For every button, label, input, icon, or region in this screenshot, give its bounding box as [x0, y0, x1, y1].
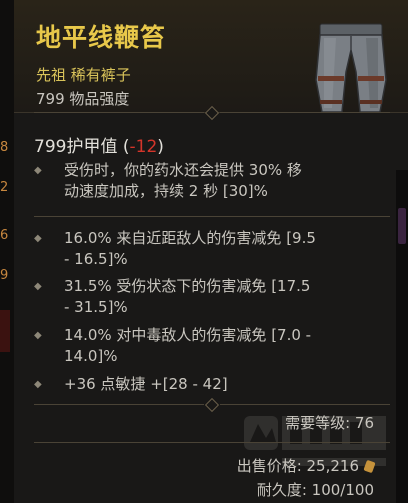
footer-divider-top — [14, 397, 408, 413]
affix-text: +36 点敏捷 +[28 - 42] — [64, 374, 374, 395]
armor-paren-close: ) — [157, 137, 164, 157]
footer-divider — [14, 436, 408, 450]
affix-line: 动速度加成，持续 2 秒 [30]% — [64, 182, 268, 200]
implicit-affix: ◆ 受伤时，你的药水还会提供 30% 移 动速度加成，持续 2 秒 [30]% — [34, 160, 374, 204]
divider-diamond — [204, 397, 220, 413]
divider-line-right — [220, 112, 390, 113]
affix-text: 31.5% 受伤状态下的伤害减免 [17.5 - 31.5]% — [64, 276, 374, 318]
affix-item: ◆ 31.5% 受伤状态下的伤害减免 [17.5 - 31.5]% — [34, 276, 374, 320]
edge-red-block — [0, 310, 10, 352]
edge-number: 2 — [0, 180, 9, 195]
divider-line-right — [220, 404, 390, 405]
armor-delta: -12 — [129, 137, 158, 157]
affix-item: ◆ +36 点敏捷 +[28 - 42] — [34, 374, 374, 396]
affix-line: +36 点敏捷 +[28 - 42] — [64, 375, 228, 393]
affix-line: 31.5% 受伤状态下的伤害减免 [17.5 — [64, 277, 311, 295]
item-tooltip: 8 2 6 9 地平线鞭笞 先祖 稀有裤子 799 物品强度 799护甲值 (-… — [0, 0, 408, 503]
affix-line: - 31.5]% — [64, 298, 128, 316]
sell-price: 出售价格: 25,216 — [236, 457, 359, 475]
affix-item: ◆ 14.0% 对中毒敌人的伤害减免 [7.0 - 14.0]% — [34, 325, 374, 369]
affix-bullet-icon: ◆ — [34, 233, 42, 244]
divider-line-left — [34, 404, 204, 405]
level-requirement: 需要等级: 76 — [285, 414, 374, 432]
pants-icon — [315, 23, 387, 113]
affix-line: 14.0]% — [64, 347, 118, 365]
affix-text: 14.0% 对中毒敌人的伤害减免 [7.0 - 14.0]% — [64, 325, 374, 367]
affix-line: 16.0% 来自近距敌人的伤害减免 [9.5 — [64, 229, 316, 247]
edge-number: 6 — [0, 228, 9, 243]
divider-line — [34, 216, 390, 217]
affix-divider — [14, 210, 408, 224]
divider-line — [34, 442, 390, 443]
edge-number: 9 — [0, 268, 9, 283]
divider-line-left — [34, 112, 204, 113]
affix-line: 受伤时，你的药水还会提供 30% 移 — [64, 161, 302, 179]
affix-bullet-icon: ◆ — [34, 330, 42, 341]
left-background-edge: 8 2 6 9 — [0, 0, 14, 503]
tooltip-header: 地平线鞭笞 先祖 稀有裤子 799 物品强度 — [14, 0, 408, 113]
affix-line: 14.0% 对中毒敌人的伤害减免 [7.0 - — [64, 326, 312, 344]
gold-coin-icon — [363, 459, 376, 474]
item-type: 先祖 稀有裤子 — [36, 66, 131, 84]
durability: 耐久度: 100/100 — [256, 481, 374, 499]
affix-line: - 16.5]% — [64, 250, 128, 268]
affix-text: 受伤时，你的药水还会提供 30% 移 动速度加成，持续 2 秒 [30]% — [64, 160, 374, 202]
edge-number: 8 — [0, 140, 9, 155]
affix-bullet-icon: ◆ — [34, 165, 42, 176]
affix-item: ◆ 16.0% 来自近距敌人的伤害减免 [9.5 - 16.5]% — [34, 228, 374, 272]
divider-diamond — [204, 105, 220, 121]
header-divider — [14, 105, 408, 121]
armor-paren-open: ( — [117, 137, 130, 157]
armor-value: 799护甲值 (-12) — [34, 132, 164, 157]
sell-price-row: 出售价格: 25,216 — [236, 455, 376, 476]
affix-text: 16.0% 来自近距敌人的伤害减免 [9.5 - 16.5]% — [64, 228, 374, 270]
item-name: 地平线鞭笞 — [36, 23, 167, 52]
armor-value-text: 799护甲值 — [34, 137, 118, 157]
affix-bullet-icon: ◆ — [34, 379, 42, 390]
affix-bullet-icon: ◆ — [34, 281, 42, 292]
